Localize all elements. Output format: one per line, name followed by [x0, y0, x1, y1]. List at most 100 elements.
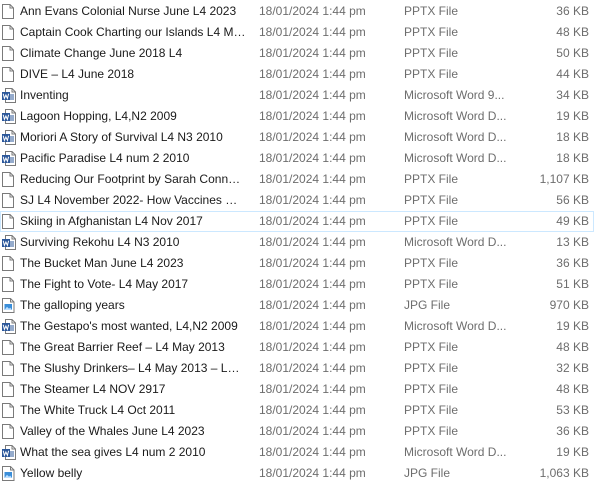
file-type: Microsoft Word D...	[404, 319, 507, 333]
file-row[interactable]: Yellow belly 18/01/2024 1:44 pm JPG File…	[0, 463, 594, 484]
file-row[interactable]: SJ L4 November 2022- How Vaccines Work 1…	[0, 190, 594, 211]
file-size: 32 KB	[556, 361, 589, 375]
document-icon	[2, 44, 18, 63]
file-size: 970 KB	[549, 298, 589, 312]
file-date-modified: 18/01/2024 1:44 pm	[259, 445, 366, 459]
word-document-icon	[2, 317, 18, 336]
file-size: 19 KB	[556, 319, 589, 333]
file-type: PPTX File	[404, 424, 459, 438]
word-document-icon	[2, 233, 18, 252]
file-size: 44 KB	[556, 67, 589, 81]
file-date-modified: 18/01/2024 1:44 pm	[259, 46, 366, 60]
file-row[interactable]: Captain Cook Charting our Islands L4 Ma.…	[0, 22, 594, 43]
file-date-modified: 18/01/2024 1:44 pm	[259, 4, 366, 18]
document-icon	[2, 191, 18, 210]
file-row[interactable]: Skiing in Afghanistan L4 Nov 2017 18/01/…	[0, 211, 594, 232]
file-row[interactable]: The Steamer L4 NOV 2917 18/01/2024 1:44 …	[0, 379, 594, 400]
file-row[interactable]: Reducing Our Footprint by Sarah Connor..…	[0, 169, 594, 190]
file-row[interactable]: The Bucket Man June L4 2023 18/01/2024 1…	[0, 253, 594, 274]
file-type: PPTX File	[404, 46, 459, 60]
file-size: 56 KB	[556, 193, 589, 207]
file-size: 48 KB	[556, 25, 589, 39]
file-row[interactable]: Inventing 18/01/2024 1:44 pm Microsoft W…	[0, 85, 594, 106]
file-name: What the sea gives L4 num 2 2010	[20, 445, 206, 459]
file-type: Microsoft Word D...	[404, 235, 507, 249]
file-type: PPTX File	[404, 382, 459, 396]
file-type: PPTX File	[404, 214, 459, 228]
file-size: 48 KB	[556, 340, 589, 354]
file-row[interactable]: Moriori A Story of Survival L4 N3 2010 1…	[0, 127, 594, 148]
file-size: 36 KB	[556, 424, 589, 438]
file-row[interactable]: The Fight to Vote- L4 May 2017 18/01/202…	[0, 274, 594, 295]
file-name: The Bucket Man June L4 2023	[20, 256, 184, 270]
document-icon	[2, 2, 18, 21]
file-date-modified: 18/01/2024 1:44 pm	[259, 256, 366, 270]
document-icon	[2, 338, 18, 357]
file-date-modified: 18/01/2024 1:44 pm	[259, 235, 366, 249]
file-type: Microsoft Word D...	[404, 130, 507, 144]
file-type: PPTX File	[404, 4, 459, 18]
file-row[interactable]: Climate Change June 2018 L4 18/01/2024 1…	[0, 43, 594, 64]
file-type: Microsoft Word D...	[404, 445, 507, 459]
document-icon	[2, 401, 18, 420]
file-type: PPTX File	[404, 277, 459, 291]
file-size: 51 KB	[556, 277, 589, 291]
file-type: PPTX File	[404, 193, 459, 207]
file-date-modified: 18/01/2024 1:44 pm	[259, 361, 366, 375]
file-size: 53 KB	[556, 403, 589, 417]
file-size: 48 KB	[556, 382, 589, 396]
file-date-modified: 18/01/2024 1:44 pm	[259, 319, 366, 333]
file-row[interactable]: Ann Evans Colonial Nurse June L4 2023 18…	[0, 1, 594, 22]
file-name: The Great Barrier Reef – L4 May 2013	[20, 340, 225, 354]
file-row[interactable]: Pacific Paradise L4 num 2 2010 18/01/202…	[0, 148, 594, 169]
document-icon	[2, 422, 18, 441]
file-name: The Fight to Vote- L4 May 2017	[20, 277, 189, 291]
file-row[interactable]: The Slushy Drinkers– L4 May 2013 – L4 M.…	[0, 358, 594, 379]
file-size: 49 KB	[556, 214, 589, 228]
file-date-modified: 18/01/2024 1:44 pm	[259, 214, 366, 228]
file-date-modified: 18/01/2024 1:44 pm	[259, 88, 366, 102]
file-row[interactable]: The Great Barrier Reef – L4 May 2013 18/…	[0, 337, 594, 358]
file-name: The Slushy Drinkers– L4 May 2013 – L4 M.…	[20, 361, 246, 375]
file-name: Reducing Our Footprint by Sarah Connor..…	[20, 172, 246, 186]
file-size: 34 KB	[556, 88, 589, 102]
file-name: The galloping years	[20, 298, 125, 312]
file-date-modified: 18/01/2024 1:44 pm	[259, 151, 366, 165]
file-type: PPTX File	[404, 340, 459, 354]
file-type: Microsoft Word D...	[404, 151, 507, 165]
document-icon	[2, 212, 18, 231]
file-row[interactable]: The Gestapo's most wanted, L4,N2 2009 18…	[0, 316, 594, 337]
file-size: 50 KB	[556, 46, 589, 60]
file-row[interactable]: DIVE – L4 June 2018 18/01/2024 1:44 pm P…	[0, 64, 594, 85]
file-date-modified: 18/01/2024 1:44 pm	[259, 340, 366, 354]
document-icon	[2, 65, 18, 84]
file-row[interactable]: Surviving Rekohu L4 N3 2010 18/01/2024 1…	[0, 232, 594, 253]
file-date-modified: 18/01/2024 1:44 pm	[259, 130, 366, 144]
file-size: 1,107 KB	[539, 172, 589, 186]
file-row[interactable]: Lagoon Hopping, L4,N2 2009 18/01/2024 1:…	[0, 106, 594, 127]
file-name: The Gestapo's most wanted, L4,N2 2009	[20, 319, 238, 333]
file-name: SJ L4 November 2022- How Vaccines Work	[20, 193, 246, 207]
file-type: Microsoft Word 9...	[404, 88, 505, 102]
file-name: Valley of the Whales June L4 2023	[20, 424, 205, 438]
document-icon	[2, 380, 18, 399]
file-date-modified: 18/01/2024 1:44 pm	[259, 298, 366, 312]
document-icon	[2, 359, 18, 378]
file-row[interactable]: The galloping years 18/01/2024 1:44 pm J…	[0, 295, 594, 316]
word-document-icon	[2, 128, 18, 147]
file-name: Pacific Paradise L4 num 2 2010	[20, 151, 190, 165]
file-row[interactable]: What the sea gives L4 num 2 2010 18/01/2…	[0, 442, 594, 463]
file-date-modified: 18/01/2024 1:44 pm	[259, 424, 366, 438]
file-type: PPTX File	[404, 25, 459, 39]
file-type: PPTX File	[404, 361, 459, 375]
file-size: 13 KB	[556, 235, 589, 249]
file-size: 36 KB	[556, 256, 589, 270]
file-type: JPG File	[404, 298, 451, 312]
file-list[interactable]: Ann Evans Colonial Nurse June L4 2023 18…	[0, 0, 609, 499]
file-row[interactable]: Valley of the Whales June L4 2023 18/01/…	[0, 421, 594, 442]
file-row[interactable]: The White Truck L4 Oct 2011 18/01/2024 1…	[0, 400, 594, 421]
file-type: PPTX File	[404, 403, 459, 417]
file-date-modified: 18/01/2024 1:44 pm	[259, 172, 366, 186]
file-size: 1,063 KB	[539, 466, 589, 480]
file-size: 19 KB	[556, 445, 589, 459]
